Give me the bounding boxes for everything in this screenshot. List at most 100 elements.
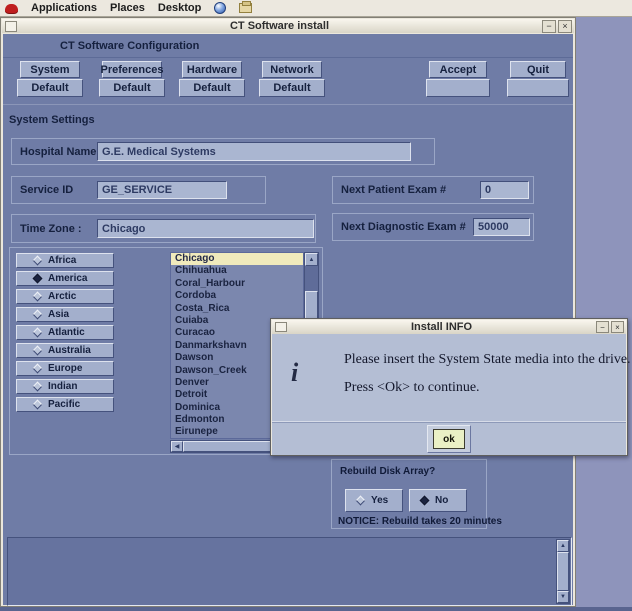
next-diagnostic-input[interactable]: 50000 xyxy=(473,218,530,236)
rebuild-question: Rebuild Disk Array? xyxy=(340,466,435,477)
close-button[interactable]: × xyxy=(558,20,572,33)
config-header-band: CT Software Configuration xyxy=(3,34,573,58)
quit-button[interactable]: Quit xyxy=(510,61,566,78)
message-vscroll-thumb[interactable] xyxy=(557,552,569,591)
next-patient-label: Next Patient Exam # xyxy=(341,184,446,196)
region-australia[interactable]: Australia xyxy=(16,343,114,358)
region-arctic[interactable]: Arctic xyxy=(16,289,114,304)
city-row[interactable]: Coral_Harbour xyxy=(171,278,303,290)
dialog-message-line1: Please insert the System State media int… xyxy=(344,352,631,368)
menu-applications[interactable]: Applications xyxy=(31,0,97,16)
radio-diamond-icon xyxy=(33,346,43,356)
radio-diamond-selected-icon xyxy=(33,274,43,284)
nav-preferences-button[interactable]: Preferences xyxy=(102,61,162,78)
accept-sub-panel xyxy=(426,79,490,97)
vscroll-thumb[interactable] xyxy=(305,291,318,319)
timezone-group: Time Zone : Chicago xyxy=(11,214,316,243)
menu-desktop[interactable]: Desktop xyxy=(158,0,201,16)
city-row[interactable]: Chihuahua xyxy=(171,265,303,277)
city-row-selected[interactable]: Chicago xyxy=(171,253,303,265)
scroll-left-icon[interactable]: ◀ xyxy=(171,441,183,452)
region-label: Indian xyxy=(48,381,77,392)
region-label: America xyxy=(48,273,87,284)
dialog-minimize-button[interactable]: − xyxy=(596,321,609,333)
radio-diamond-icon xyxy=(356,496,366,506)
ok-button[interactable]: ok xyxy=(433,429,465,449)
message-vscrollbar[interactable]: ▲ ▼ xyxy=(556,539,570,604)
hospital-name-label: Hospital Name xyxy=(20,146,96,158)
window-menu-icon[interactable] xyxy=(5,21,17,32)
scroll-up-icon[interactable]: ▲ xyxy=(557,540,569,552)
scroll-down-icon[interactable]: ▼ xyxy=(557,591,569,603)
region-label: Asia xyxy=(48,309,69,320)
dialog-window-menu-icon[interactable] xyxy=(275,322,287,332)
timezone-label: Time Zone : xyxy=(20,223,82,235)
rebuild-yes-label: Yes xyxy=(371,495,388,506)
nav-hardware-button[interactable]: Hardware xyxy=(182,61,242,78)
main-window: CT Software install − × CT Software Conf… xyxy=(0,17,576,607)
file-manager-icon[interactable] xyxy=(239,3,252,13)
region-label: Africa xyxy=(48,255,76,266)
region-africa[interactable]: Africa xyxy=(16,253,114,268)
radio-diamond-icon xyxy=(33,310,43,320)
service-id-input[interactable]: GE_SERVICE xyxy=(97,181,227,199)
region-america[interactable]: America xyxy=(16,271,114,286)
nav-preferences-default-button[interactable]: Default xyxy=(99,79,165,97)
region-label: Europe xyxy=(48,363,82,374)
dialog-body: i Please insert the System State media i… xyxy=(272,334,626,422)
config-header-title: CT Software Configuration xyxy=(60,40,199,52)
region-label: Arctic xyxy=(48,291,76,302)
install-info-dialog: Install INFO − × i Please insert the Sys… xyxy=(270,318,628,456)
region-atlantic[interactable]: Atlantic xyxy=(16,325,114,340)
nav-system-default-button[interactable]: Default xyxy=(17,79,83,97)
rebuild-yes-button[interactable]: Yes xyxy=(345,489,403,512)
button-band-divider xyxy=(3,104,573,105)
file-manager-icon-back xyxy=(242,1,251,6)
dialog-title: Install INFO xyxy=(287,321,596,333)
rebuild-group: Rebuild Disk Array? Yes No NOTICE: Rebui… xyxy=(331,459,487,529)
city-row[interactable]: Cordoba xyxy=(171,290,303,302)
scroll-up-icon[interactable]: ▲ xyxy=(305,253,318,266)
dialog-message-line2: Press <Ok> to continue. xyxy=(344,380,480,396)
next-diagnostic-label: Next Diagnostic Exam # xyxy=(341,221,466,233)
web-browser-icon[interactable] xyxy=(214,2,226,14)
redhat-menu-icon[interactable] xyxy=(5,4,18,13)
city-row[interactable]: Costa_Rica xyxy=(171,303,303,315)
quit-sub-panel xyxy=(507,79,569,97)
info-icon: i xyxy=(291,360,298,386)
main-window-title: CT Software install xyxy=(17,20,542,32)
nav-network-default-button[interactable]: Default xyxy=(259,79,325,97)
message-area[interactable]: ▲ ▼ xyxy=(7,537,572,606)
rebuild-no-button[interactable]: No xyxy=(409,489,467,512)
main-window-titlebar[interactable]: CT Software install − × xyxy=(2,19,574,33)
ok-button-frame: ok xyxy=(427,425,471,453)
menu-places[interactable]: Places xyxy=(110,0,145,16)
dialog-close-button[interactable]: × xyxy=(611,321,624,333)
accept-button[interactable]: Accept xyxy=(429,61,487,78)
nav-system-button[interactable]: System xyxy=(20,61,80,78)
radio-diamond-icon xyxy=(33,382,43,392)
timezone-input[interactable]: Chicago xyxy=(97,219,314,238)
minimize-button[interactable]: − xyxy=(542,20,556,33)
nav-network-button[interactable]: Network xyxy=(262,61,322,78)
radio-diamond-icon xyxy=(33,328,43,338)
rebuild-no-label: No xyxy=(435,495,448,506)
radio-diamond-icon xyxy=(33,292,43,302)
hospital-name-input[interactable]: G.E. Medical Systems xyxy=(97,142,411,161)
region-europe[interactable]: Europe xyxy=(16,361,114,376)
radio-diamond-selected-icon xyxy=(420,496,430,506)
dialog-titlebar[interactable]: Install INFO − × xyxy=(272,320,626,334)
hospital-name-group: Hospital Name G.E. Medical Systems xyxy=(11,138,435,165)
region-label: Atlantic xyxy=(48,327,85,338)
region-indian[interactable]: Indian xyxy=(16,379,114,394)
next-patient-group: Next Patient Exam # 0 xyxy=(332,176,534,204)
region-label: Australia xyxy=(48,345,91,356)
next-patient-input[interactable]: 0 xyxy=(480,181,529,199)
nav-hardware-default-button[interactable]: Default xyxy=(179,79,245,97)
region-asia[interactable]: Asia xyxy=(16,307,114,322)
radio-diamond-icon xyxy=(33,256,43,266)
next-diagnostic-group: Next Diagnostic Exam # 50000 xyxy=(332,213,534,241)
region-pacific[interactable]: Pacific xyxy=(16,397,114,412)
dialog-footer: ok xyxy=(272,422,626,455)
rebuild-notice: NOTICE: Rebuild takes 20 minutes xyxy=(338,516,502,527)
